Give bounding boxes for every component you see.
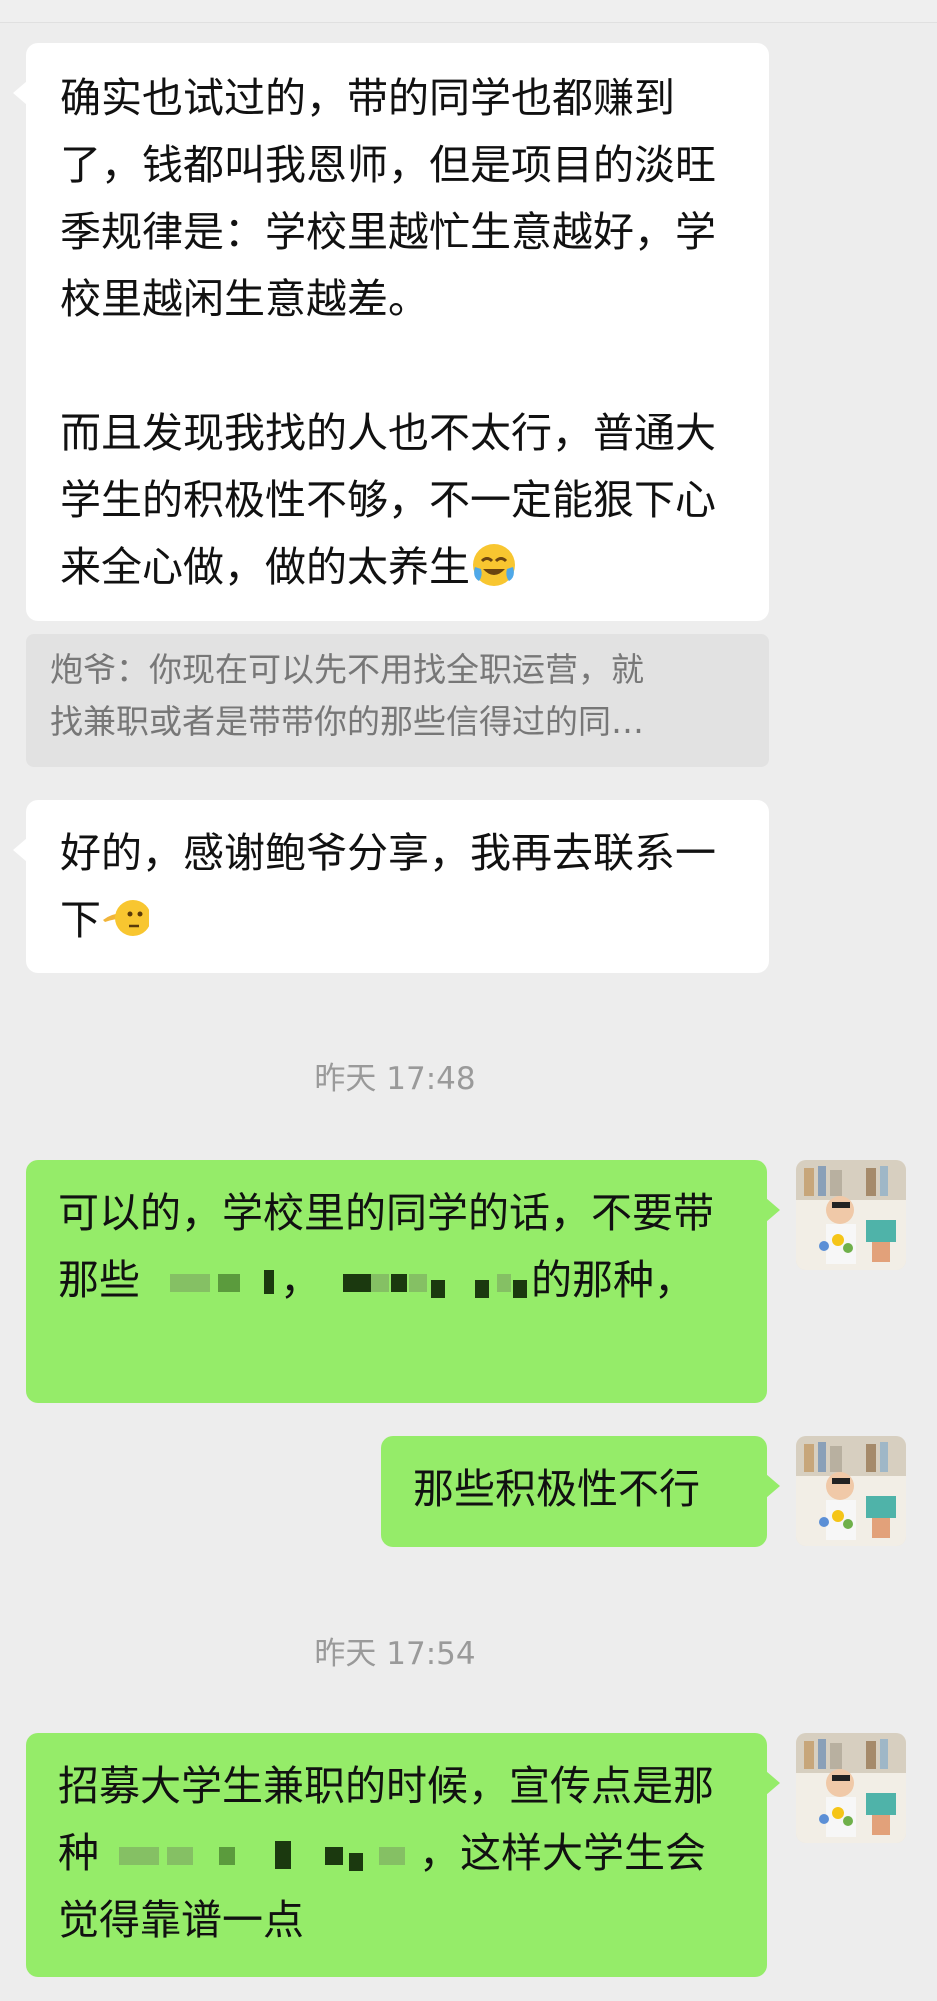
- quoted-message[interactable]: 炮爷：你现在可以先不用找全职运营，就 找兼职或者是带带你的那些信得过的同…: [26, 634, 769, 767]
- avatar-photo-icon: [796, 1436, 906, 1546]
- message-timestamp: 昨天 17:54: [314, 1636, 476, 1672]
- message-text: 而且发现我找的人也不太行，普通大学生的积极性不够，不一定能狠下心来全心做，做的太…: [60, 409, 716, 591]
- sent-message-bubble[interactable]: 可以的，学校里的同学的话，不要带那些，的那种，: [26, 1160, 780, 1403]
- avatar[interactable]: [796, 1733, 906, 1843]
- pointing-face-emoji-icon: [101, 894, 151, 942]
- message-timestamp: 昨天 17:48: [314, 1061, 476, 1097]
- face-with-tears-of-joy-emoji-icon: [470, 541, 518, 589]
- message-text: ，: [280, 1256, 321, 1304]
- quote-text-line: 找兼职或者是带带你的那些信得过的同…: [50, 702, 644, 741]
- message-text: 的那种，: [531, 1256, 695, 1304]
- avatar[interactable]: [796, 1436, 906, 1546]
- mosaic-redaction: [99, 1839, 419, 1871]
- message-text: 确实也试过的，带的同学也都赚到了，钱都叫我恩师，但是项目的淡旺季规律是：学校里越…: [60, 74, 716, 323]
- top-divider: [0, 0, 937, 23]
- received-message-bubble[interactable]: 确实也试过的，带的同学也都赚到了，钱都叫我恩师，但是项目的淡旺季规律是：学校里越…: [13, 43, 769, 621]
- avatar[interactable]: [796, 1160, 906, 1270]
- sent-message-bubble[interactable]: 那些积极性不行: [381, 1436, 780, 1547]
- quote-text-line: 炮爷：你现在可以先不用找全职运营，就: [50, 650, 644, 689]
- message-text: 那些积极性不行: [413, 1465, 700, 1513]
- received-message-bubble[interactable]: 好的，感谢鲍爷分享，我再去联系一下: [13, 800, 769, 973]
- mosaic-redaction: [140, 1266, 280, 1296]
- mosaic-redaction: [321, 1266, 531, 1298]
- avatar-photo-icon: [796, 1733, 906, 1843]
- sent-message-bubble[interactable]: 招募大学生兼职的时候，宣传点是那种 ，这样大学生会觉得靠谱一点: [26, 1733, 780, 1977]
- message-text: 好的，感谢鲍爷分享，我再去联系一下: [60, 829, 716, 944]
- avatar-photo-icon: [796, 1160, 906, 1270]
